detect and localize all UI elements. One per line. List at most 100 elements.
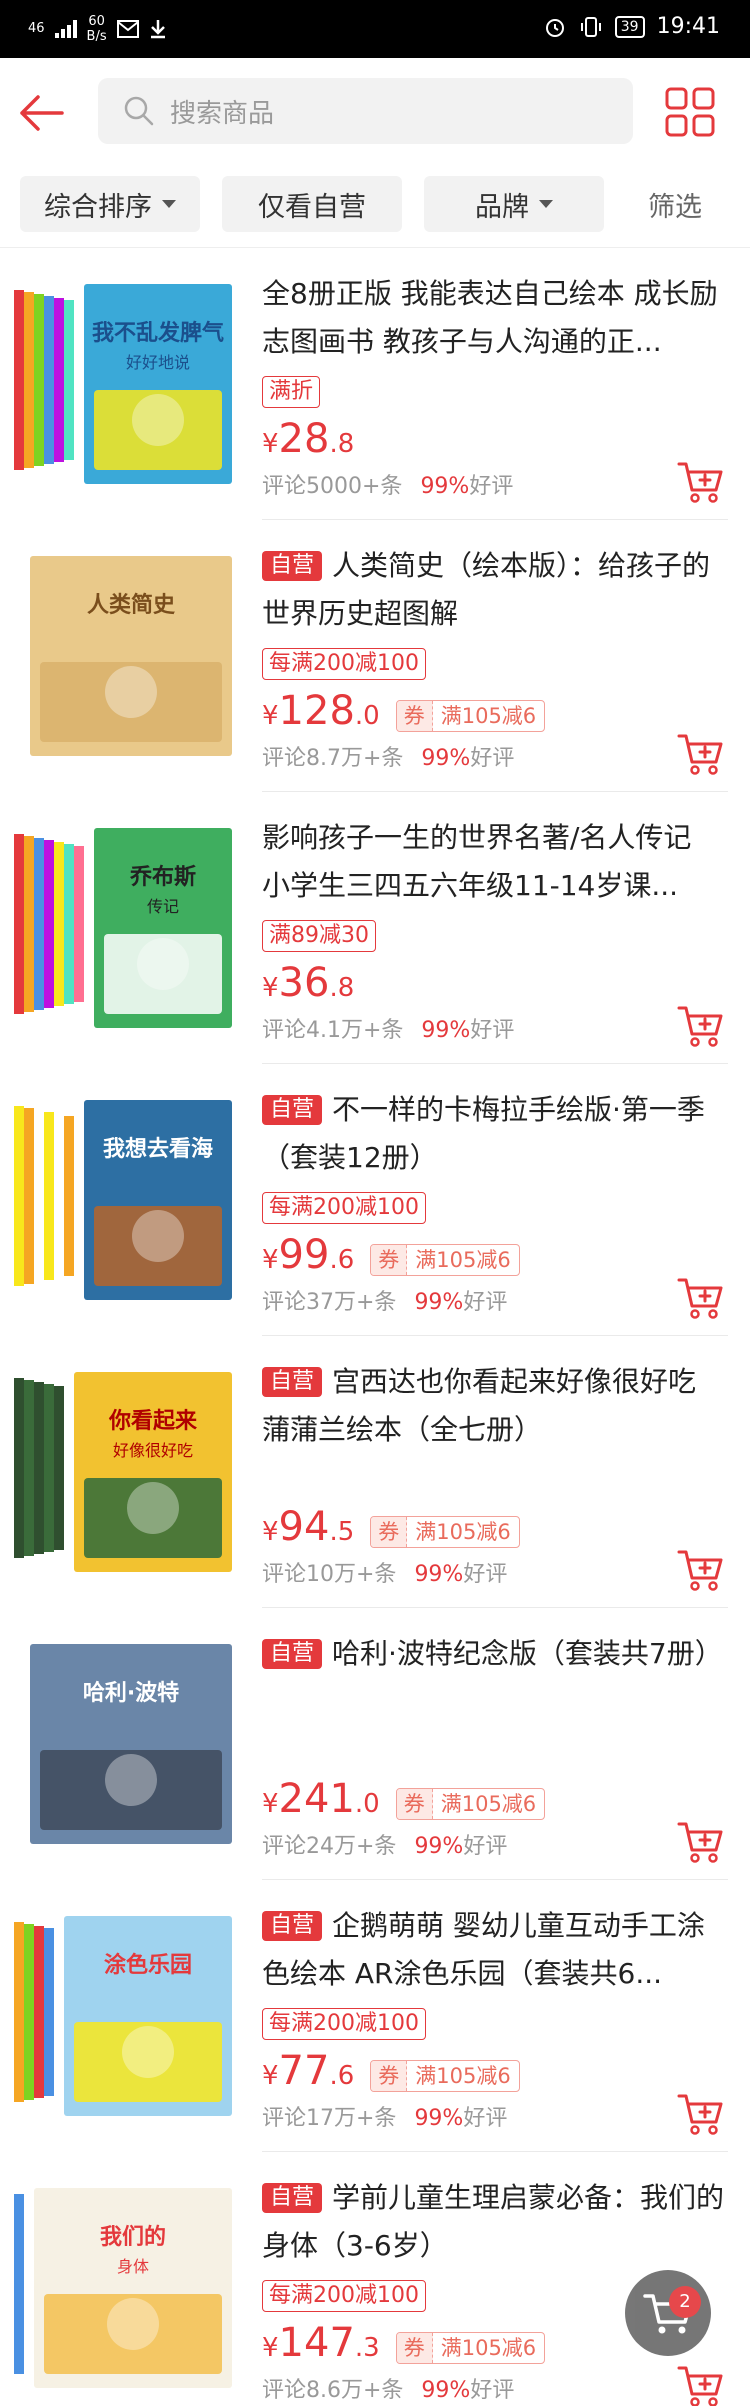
network-speed: 60 B/s <box>86 14 107 44</box>
price-decimal: .8 <box>329 973 355 1003</box>
add-to-cart-icon[interactable] <box>676 1000 726 1050</box>
coupon-tag[interactable]: 券满105减6 <box>395 2332 546 2364</box>
price-row: ¥77.6 券满105减6 <box>262 2048 520 2100</box>
product-title[interactable]: 自营 宫西达也你看起来好像很好吃 蒲蒲兰绘本（全七册） <box>262 1358 727 1454</box>
product-price: ¥28.8 <box>262 416 355 462</box>
product-image[interactable]: 我想去看海 <box>10 1086 240 1316</box>
coupon-tag[interactable]: 券满105减6 <box>370 1244 520 1276</box>
battery-icon: 39 <box>614 15 645 38</box>
sort-filter-button[interactable]: 综合排序 <box>20 176 200 232</box>
floating-cart-button[interactable]: 2 <box>625 2270 711 2356</box>
add-to-cart-icon[interactable] <box>676 1816 726 1866</box>
sort-filter-label: 综合排序 <box>44 191 152 223</box>
add-to-cart-icon[interactable] <box>676 2360 726 2406</box>
filter-button[interactable]: 筛选 <box>648 176 702 232</box>
search-results-page: 46 60 B/s 39 19:41 搜索商品 综合排序 仅看自营 品牌 筛选 … <box>0 0 750 2406</box>
coupon-value: 满105减6 <box>415 1520 511 1544</box>
product-image[interactable]: 涂色乐园 <box>10 1902 240 2132</box>
product-item[interactable]: 哈利·波特 自营 哈利·波特纪念版（套装共7册） ¥241.0 券满105减6 评… <box>0 1608 750 1880</box>
review-count: 评论5000+条 <box>262 474 403 499</box>
review-count: 评论17万+条 <box>262 2106 397 2131</box>
coupon-label: 券 <box>396 701 433 731</box>
product-title[interactable]: 自营 哈利·波特纪念版（套装共7册） <box>262 1630 727 1726</box>
product-price: ¥147.3 <box>262 2320 380 2366</box>
cover-subtitle: 好像很好吃 <box>113 1441 193 1460</box>
brand-filter-label: 品牌 <box>475 191 529 223</box>
promo-tag: 满89减30 <box>262 920 376 952</box>
self-operated-filter-button[interactable]: 仅看自营 <box>222 176 402 232</box>
product-item[interactable]: 乔布斯 传记 影响孩子一生的世界名著/名人传记 小学生三四五六年级11-14岁课… <box>0 792 750 1064</box>
product-image[interactable]: 你看起来 好像很好吃 <box>10 1358 240 1588</box>
grid-view-icon[interactable] <box>664 86 716 138</box>
product-title-text: 全8册正版 我能表达自己绘本 成长励志图画书 教孩子与人沟通的正... <box>262 277 718 358</box>
positive-rate-label: 好评 <box>463 1834 508 1859</box>
coupon-label: 券 <box>371 1517 408 1547</box>
review-row: 评论8.6万+条 99%好评 <box>262 2376 514 2406</box>
cart-icon <box>643 2294 692 2334</box>
search-header: 搜索商品 <box>0 58 750 168</box>
product-image[interactable]: 哈利·波特 <box>10 1630 240 1860</box>
product-title[interactable]: 自营 企鹅萌萌 婴幼儿童互动手工涂色绘本 AR涂色乐园（套装共6... <box>262 1902 727 1998</box>
product-title-text: 影响孩子一生的世界名著/名人传记 小学生三四五六年级11-14岁课... <box>262 821 692 902</box>
product-title-text: 学前儿童生理启蒙必备：我们的身体（3-6岁） <box>262 2181 725 2262</box>
self-operated-badge: 自营 <box>262 1639 323 1669</box>
price-row: ¥36.8 <box>262 960 355 1012</box>
self-operated-badge: 自营 <box>262 2183 323 2213</box>
product-item[interactable]: 人类简史 自营 人类简史（绘本版）：给孩子的世界历史超图解 每满200减100 ¥… <box>0 520 750 792</box>
review-row: 评论37万+条 99%好评 <box>262 1288 507 1318</box>
product-item[interactable]: 我不乱发脾气 好好地说 全8册正版 我能表达自己绘本 成长励志图画书 教孩子与人… <box>0 248 750 520</box>
product-info: 自营 不一样的卡梅拉手绘版·第一季（套装12册） 每满200减100 ¥99.6 … <box>262 1086 727 1336</box>
positive-rate: 99% <box>414 1290 464 1315</box>
product-title-text: 企鹅萌萌 婴幼儿童互动手工涂色绘本 AR涂色乐园（套装共6... <box>262 1909 705 1990</box>
price-integer: 128 <box>278 688 355 734</box>
cover-title: 哈利·波特 <box>83 1680 179 1706</box>
product-title[interactable]: 自营 人类简史（绘本版）：给孩子的世界历史超图解 <box>262 542 727 638</box>
product-title[interactable]: 影响孩子一生的世界名著/名人传记 小学生三四五六年级11-14岁课... <box>262 814 727 910</box>
cover-title: 我想去看海 <box>103 1136 213 1162</box>
product-image[interactable]: 人类简史 <box>10 542 240 772</box>
positive-rate: 99% <box>414 2106 464 2131</box>
positive-rate-label: 好评 <box>463 1562 508 1587</box>
product-title[interactable]: 全8册正版 我能表达自己绘本 成长励志图画书 教孩子与人沟通的正... <box>262 270 727 366</box>
product-image[interactable]: 我们的 身体 <box>10 2174 240 2404</box>
positive-rate-label: 好评 <box>463 1290 508 1315</box>
positive-rate-label: 好评 <box>463 2106 508 2131</box>
product-image[interactable]: 乔布斯 传记 <box>10 814 240 1044</box>
review-count: 评论8.7万+条 <box>262 746 404 771</box>
review-row: 评论24万+条 99%好评 <box>262 1832 507 1862</box>
product-price: ¥94.5 <box>262 1504 355 1550</box>
add-to-cart-icon[interactable] <box>676 2088 726 2138</box>
brand-filter-button[interactable]: 品牌 <box>424 176 604 232</box>
back-arrow-icon[interactable] <box>16 88 66 138</box>
product-item[interactable]: 我想去看海 自营 不一样的卡梅拉手绘版·第一季（套装12册） 每满200减100 … <box>0 1064 750 1336</box>
product-title[interactable]: 自营 不一样的卡梅拉手绘版·第一季（套装12册） <box>262 1086 727 1182</box>
product-item[interactable]: 涂色乐园 自营 企鹅萌萌 婴幼儿童互动手工涂色绘本 AR涂色乐园（套装共6... … <box>0 1880 750 2152</box>
add-to-cart-icon[interactable] <box>676 1272 726 1322</box>
coupon-tag[interactable]: 券满105减6 <box>395 1788 546 1820</box>
search-icon <box>124 96 154 126</box>
promo-row: 每满200减100 <box>262 2278 426 2314</box>
add-to-cart-icon[interactable] <box>676 1544 726 1594</box>
price-decimal: .3 <box>354 2333 380 2363</box>
product-price: ¥77.6 <box>262 2048 355 2094</box>
cover-title: 涂色乐园 <box>104 1952 192 1978</box>
product-price: ¥36.8 <box>262 960 355 1006</box>
product-image[interactable]: 我不乱发脾气 好好地说 <box>10 270 240 500</box>
search-input[interactable]: 搜索商品 <box>98 78 633 144</box>
add-to-cart-icon[interactable] <box>676 728 726 778</box>
product-title[interactable]: 自营 学前儿童生理启蒙必备：我们的身体（3-6岁） <box>262 2174 727 2270</box>
product-item[interactable]: 你看起来 好像很好吃 自营 宫西达也你看起来好像很好吃 蒲蒲兰绘本（全七册） ¥9… <box>0 1336 750 1608</box>
cover-title: 我不乱发脾气 <box>92 320 224 346</box>
price-row: ¥241.0 券满105减6 <box>262 1776 546 1828</box>
promo-row: 每满200减100 <box>262 2006 426 2042</box>
add-to-cart-icon[interactable] <box>676 456 726 506</box>
alarm-icon <box>545 18 564 37</box>
cover-title: 人类简史 <box>87 592 176 618</box>
coupon-tag[interactable]: 券满105减6 <box>395 700 546 732</box>
clock: 19:41 <box>656 14 720 39</box>
product-price: ¥241.0 <box>262 1776 380 1822</box>
cover-title: 乔布斯 <box>129 864 196 890</box>
coupon-tag[interactable]: 券满105减6 <box>370 1516 520 1548</box>
caret-down-icon <box>162 200 176 208</box>
coupon-tag[interactable]: 券满105减6 <box>370 2060 520 2092</box>
